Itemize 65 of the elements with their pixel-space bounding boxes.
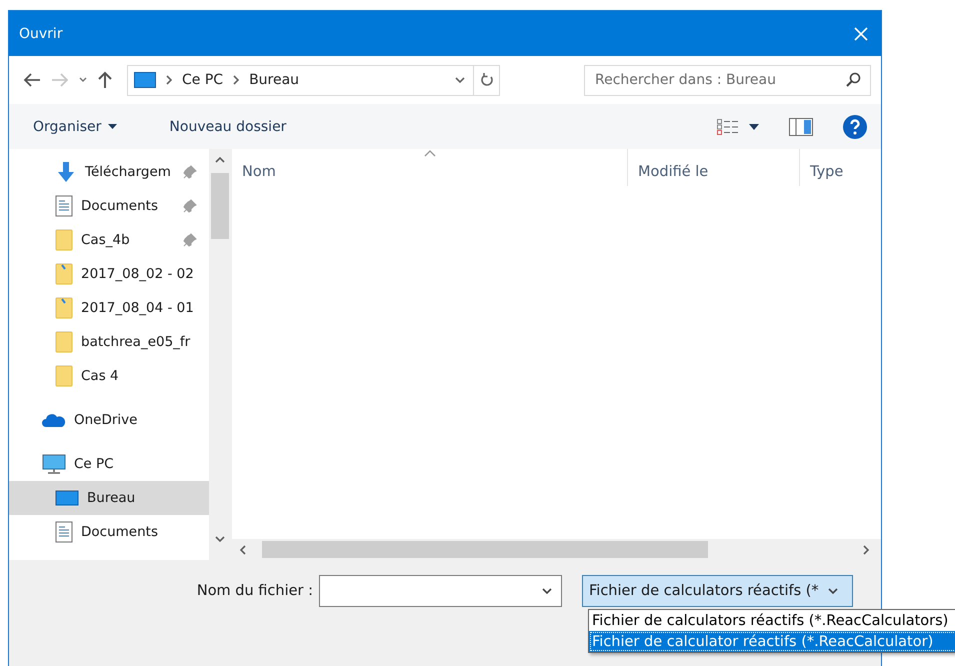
sidebar-item[interactable]: Documents <box>9 515 209 549</box>
folder-icon <box>55 365 73 387</box>
folder-icon <box>55 229 73 251</box>
document-icon <box>55 521 73 543</box>
pin-icon <box>183 233 197 247</box>
document-icon <box>55 195 73 217</box>
menu-button[interactable]: Organiser <box>27 114 124 138</box>
search-field[interactable]: Rechercher dans : Bureau <box>584 64 871 96</box>
caret-icon <box>749 124 759 130</box>
desktop-icon <box>134 72 156 88</box>
sidebar-item[interactable]: Téléchargem <box>9 155 209 189</box>
cloud-icon <box>42 412 66 428</box>
sidebar-item[interactable]: Ce PC <box>9 447 209 481</box>
file-type-dropdown[interactable]: Fichier de calculators réactifs (* <box>582 575 853 607</box>
chevron-right-icon <box>164 75 174 85</box>
down-arrow-icon <box>55 161 77 183</box>
toolbar-button[interactable]: Nouveau dossier <box>163 114 292 138</box>
refresh-icon <box>480 72 494 88</box>
sidebar-item[interactable]: 2017_08_02 - 02 <box>9 257 209 291</box>
file-name-label: Nom du fichier : <box>196 582 314 599</box>
folder-shortcut-icon <box>55 297 73 319</box>
sidebar-item[interactable]: Cas 4 <box>9 359 209 393</box>
column-header[interactable]: Nom <box>232 149 627 186</box>
file-type-option[interactable]: Fichier de calculator réactifs (*.ReacCalculator) <box>589 631 955 652</box>
caret-icon <box>108 124 118 129</box>
sidebar-item[interactable]: OneDrive <box>9 403 209 437</box>
monitor-icon <box>42 453 66 475</box>
chevron-up-icon <box>215 155 225 165</box>
chevron-left-icon <box>238 544 248 554</box>
view-options-button[interactable] <box>717 118 759 134</box>
horizontal-scrollbar[interactable] <box>232 539 881 560</box>
vertical-scrollbar[interactable] <box>209 149 231 560</box>
preview-pane-button[interactable] <box>789 118 813 136</box>
file-type-option[interactable]: Fichier de calculators réactifs (*.ReacCalculators) <box>589 610 955 631</box>
folder-icon <box>55 331 73 353</box>
address-bar[interactable]: Ce PC Bureau <box>127 64 500 96</box>
chevron-right-icon <box>861 544 871 554</box>
sidebar-item[interactable]: Documents <box>9 189 209 223</box>
scrollbar-thumb[interactable] <box>211 173 229 239</box>
pin-icon <box>183 199 197 213</box>
chevron-down-icon <box>215 534 225 544</box>
sidebar-item[interactable]: batchrea_e05_fr <box>9 325 209 359</box>
chevron-down-icon <box>455 75 465 85</box>
column-header[interactable]: Type <box>799 149 879 186</box>
breadcrumb-item[interactable]: Ce PC <box>182 72 224 88</box>
folder-shortcut-icon <box>55 263 73 285</box>
column-header[interactable]: Modifié le <box>627 149 799 186</box>
file-name-field[interactable] <box>319 575 562 607</box>
pin-icon <box>183 165 197 179</box>
sidebar-item[interactable]: 2017_08_04 - 01 <box>9 291 209 325</box>
sidebar-item[interactable]: Bureau <box>9 481 209 515</box>
chevron-down-icon <box>828 586 838 596</box>
desktop-icon <box>55 489 79 507</box>
sidebar-item[interactable]: Cas_4b <box>9 223 209 257</box>
close-button[interactable] <box>853 26 869 42</box>
help-button[interactable] <box>843 114 867 138</box>
window-title: Ouvrir <box>19 26 63 42</box>
search-icon <box>845 72 861 88</box>
scrollbar-thumb[interactable] <box>262 541 708 558</box>
recent-locations-button[interactable] <box>79 77 87 83</box>
chevron-right-icon <box>231 75 242 85</box>
back-button[interactable] <box>23 73 41 87</box>
chevron-down-icon <box>542 586 552 596</box>
up-button[interactable] <box>97 71 113 89</box>
breadcrumb-item[interactable]: Bureau <box>249 72 300 88</box>
